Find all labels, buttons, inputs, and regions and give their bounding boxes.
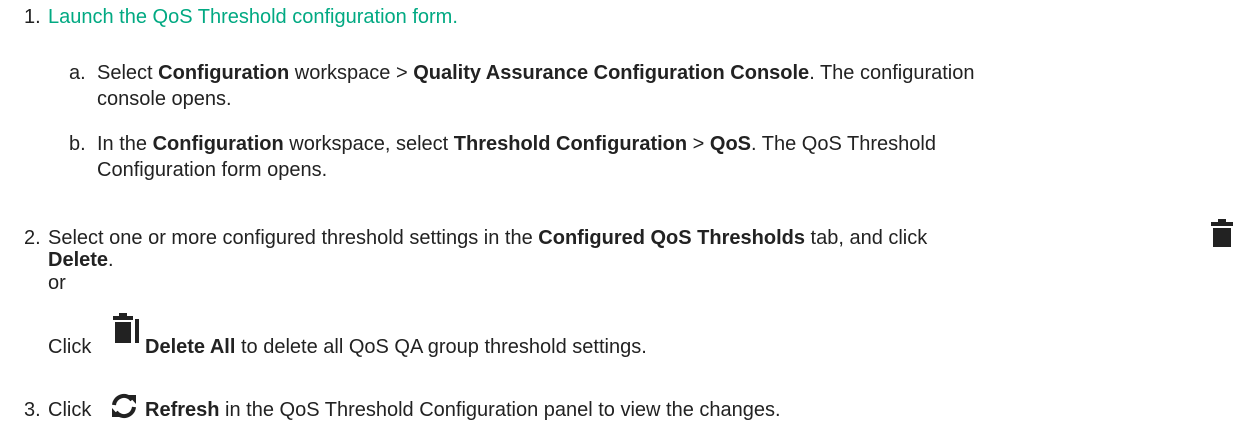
step-3-click: Click [48, 399, 92, 421]
step-2-line-3: Click [48, 335, 91, 359]
step-3-number: 3. [24, 399, 41, 421]
refresh-icon[interactable] [110, 393, 138, 419]
text: workspace, select [283, 133, 454, 155]
refresh-label[interactable]: Refresh [145, 399, 219, 421]
text: Click [48, 336, 92, 358]
text: > [687, 133, 710, 155]
text: tab, and click [804, 227, 928, 249]
bold-configured-qos-thresholds: Configured QoS Thresholds [538, 227, 805, 249]
step-1b-line-1: In the Configuration workspace, select T… [97, 132, 936, 156]
bold-qos: QoS [709, 133, 752, 155]
step-2-line-3b: Delete All to delete all QoS QA group th… [145, 335, 647, 359]
text: in the QoS Threshold Configuration panel… [219, 399, 781, 421]
bold-configuration: Configuration [152, 133, 284, 155]
bold-threshold-configuration: Threshold Configuration [453, 133, 688, 155]
step-2-line-1: Select one or more configured threshold … [48, 226, 927, 250]
bold-configuration: Configuration [158, 62, 290, 84]
launch-form-link[interactable]: Launch the QoS Threshold configuration f… [48, 5, 458, 29]
bold-qa-console: Quality Assurance Configuration Console [413, 62, 810, 84]
step-2-line-2: Delete. [48, 248, 114, 272]
delete-label[interactable]: Delete [48, 249, 108, 271]
step-1-number: 1. [24, 6, 41, 28]
trash-icon[interactable] [1211, 219, 1233, 247]
step-3-line: Refresh in the QoS Threshold Configurati… [145, 398, 781, 422]
text: . [108, 249, 114, 271]
step-1b-letter: b. [69, 133, 86, 155]
delete-all-label[interactable]: Delete All [145, 336, 235, 358]
text: to delete all QoS QA group threshold set… [235, 336, 647, 358]
text: Select one or more configured threshold … [48, 227, 539, 249]
step-1b-line-2: Configuration form opens. [97, 159, 328, 181]
text: . The configuration [809, 62, 975, 84]
text: . The QoS Threshold [751, 133, 936, 155]
step-2-number: 2. [24, 227, 41, 249]
step-1a-line-1: Select Configuration workspace > Quality… [97, 61, 974, 85]
step-1a-line-2: console opens. [97, 88, 232, 110]
trash-all-icon[interactable] [113, 313, 141, 343]
text: In the [97, 133, 153, 155]
step-1a-letter: a. [69, 62, 86, 84]
text: workspace > [289, 62, 414, 84]
text: Select [97, 62, 159, 84]
or-text: or [48, 272, 66, 294]
